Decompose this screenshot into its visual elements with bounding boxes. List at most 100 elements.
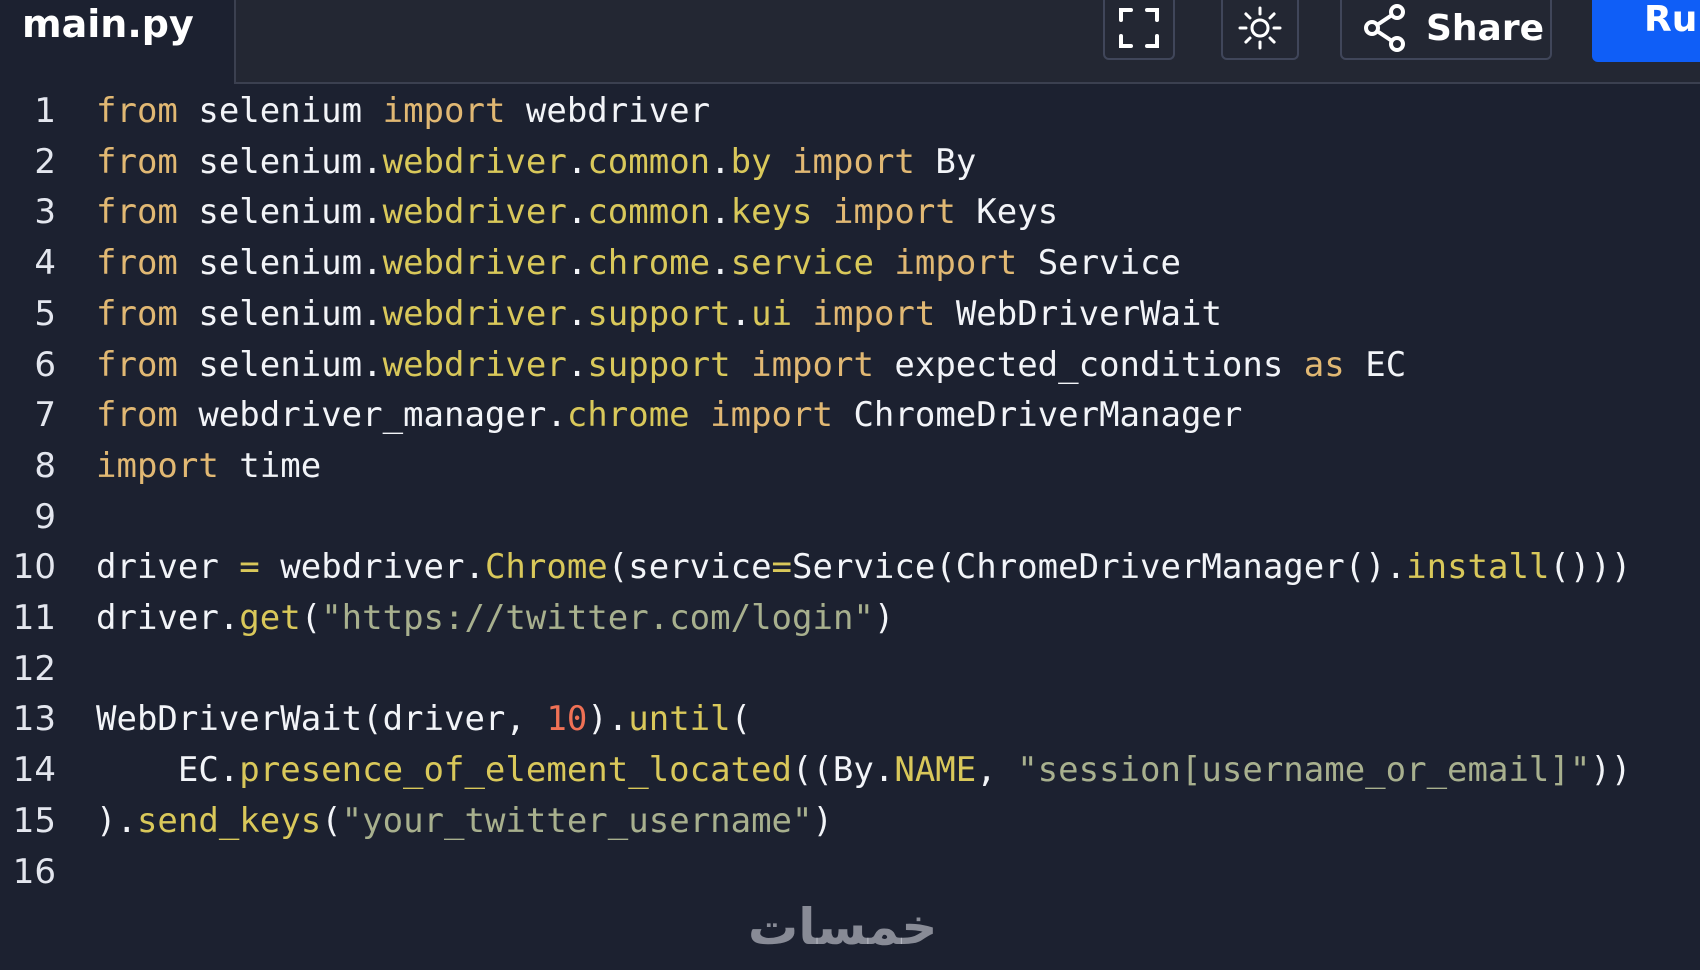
code-text: WebDriverWait(driver, 10).until(: [96, 692, 751, 747]
code-token: By: [914, 141, 977, 182]
code-token: keys: [730, 192, 813, 233]
code-line[interactable]: 9: [0, 490, 1700, 545]
code-token: from: [96, 293, 178, 334]
code-token: from: [96, 344, 178, 385]
code-token: import: [894, 243, 1018, 284]
line-number: 14: [12, 750, 56, 791]
code-token: selenium.: [177, 192, 383, 233]
code-token: ChromeDriverManager: [832, 395, 1243, 436]
code-line[interactable]: 7 from webdriver_manager.chrome import Ch…: [0, 388, 1700, 443]
code-line[interactable]: 6 from selenium.webdriver.support import …: [0, 338, 1700, 393]
code-line[interactable]: 15).send_keys("your_twitter_username"): [0, 794, 1700, 849]
code-token: import: [96, 445, 219, 486]
code-token: Service(ChromeDriverManager().: [792, 547, 1407, 588]
code-token: import: [812, 293, 936, 334]
code-token: .: [710, 141, 731, 182]
code-line[interactable]: 10 driver = webdriver.Chrome(service=Serv…: [0, 540, 1700, 595]
code-token: import: [833, 192, 956, 233]
code-token: import: [382, 91, 506, 131]
code-token: (: [300, 598, 322, 638]
code-token: ,: [976, 750, 1018, 791]
code-token: webdriver: [382, 243, 567, 284]
code-line[interactable]: 8 import time: [0, 439, 1700, 494]
run-label: Run: [1644, 0, 1700, 40]
code-line[interactable]: 2 from selenium.webdriver.common.by impor…: [0, 135, 1700, 190]
share-button[interactable]: Share: [1340, 0, 1552, 60]
code-token: selenium.: [177, 344, 383, 385]
code-token: "your_twitter_username": [341, 800, 813, 841]
line-number: 8: [34, 445, 56, 486]
code-token: service: [730, 243, 874, 284]
code-text: EC.presence_of_element_located((By.NAME,…: [96, 743, 1631, 798]
code-token: ).: [587, 699, 629, 740]
code-token: from: [96, 91, 178, 131]
code-token: chrome: [566, 395, 690, 436]
code-token: webdriver: [382, 192, 567, 233]
code-token: ).: [96, 800, 137, 841]
code-token: expected_conditions: [873, 344, 1304, 385]
code-token: .: [566, 293, 588, 334]
code-text: from webdriver_manager.chrome import Chr…: [96, 388, 1242, 443]
watermark: خمسات: [748, 898, 938, 956]
code-token: driver: [96, 547, 240, 588]
code-text: ).send_keys("your_twitter_username"): [96, 794, 833, 849]
code-line[interactable]: 14 EC.presence_of_element_located((By.NA…: [0, 743, 1700, 798]
code-token: (: [730, 699, 752, 740]
code-token: webdriver.: [259, 547, 485, 588]
code-token: webdriver: [505, 91, 711, 131]
code-line[interactable]: 5 from selenium.webdriver.support.ui impo…: [0, 287, 1700, 342]
code-token: Keys: [955, 192, 1059, 233]
code-token: .: [710, 243, 731, 284]
theme-toggle-button[interactable]: [1221, 0, 1299, 60]
code-token: support: [587, 293, 731, 334]
line-number: 2: [34, 141, 56, 182]
code-token: 10: [546, 699, 588, 740]
line-number: 16: [12, 851, 56, 892]
fullscreen-button[interactable]: [1103, 0, 1175, 60]
code-editor[interactable]: 1 from selenium import webdriver 2 from sel…: [0, 84, 1700, 970]
code-token: chrome: [587, 243, 711, 284]
code-token: presence_of_element_located: [239, 750, 792, 791]
code-text: from selenium.webdriver.chrome.service i…: [96, 236, 1181, 291]
file-tab[interactable]: main.py: [0, 0, 234, 84]
code-token: (service: [607, 547, 772, 588]
code-token: .: [566, 141, 588, 182]
code-line[interactable]: 1 from selenium import webdriver: [0, 84, 1700, 139]
code-token: NAME: [894, 750, 977, 791]
code-token: ((By.: [791, 750, 895, 791]
code-token: EC: [1344, 344, 1407, 385]
code-line[interactable]: 4 from selenium.webdriver.chrome.service …: [0, 236, 1700, 291]
code-line[interactable]: 16: [0, 845, 1700, 900]
line-number: 6: [34, 344, 56, 385]
code-token: =: [239, 547, 260, 588]
code-text: from selenium.webdriver.support.ui impor…: [96, 287, 1222, 342]
line-number: 1: [34, 91, 56, 131]
code-token: driver.: [96, 598, 240, 638]
editor-toolbar: Share Run: [234, 0, 1700, 84]
code-text: driver = webdriver.Chrome(service=Servic…: [96, 540, 1631, 595]
code-token: common: [587, 192, 711, 233]
code-line[interactable]: 13 WebDriverWait(driver, 10).until(: [0, 692, 1700, 747]
code-token: webdriver: [382, 141, 567, 182]
code-text: from selenium import webdriver: [96, 84, 710, 139]
code-token: .: [730, 293, 752, 334]
code-token: "https://twitter.com/login": [321, 598, 874, 638]
code-token: from: [96, 243, 178, 284]
code-token: .: [566, 344, 588, 385]
code-token: Service: [1017, 243, 1181, 284]
run-button[interactable]: Run: [1592, 0, 1700, 62]
line-number: 3: [34, 192, 56, 233]
code-token: from: [96, 395, 178, 436]
code-token: =: [771, 547, 793, 588]
share-label: Share: [1426, 7, 1545, 49]
code-line[interactable]: 3 from selenium.webdriver.common.keys imp…: [0, 185, 1700, 240]
code-line[interactable]: 11 driver.get("https://twitter.com/login"…: [0, 591, 1700, 646]
code-line[interactable]: 12: [0, 642, 1700, 697]
code-token: selenium.: [177, 243, 383, 284]
code-token: import: [710, 395, 833, 436]
code-token: WebDriverWait(driver,: [96, 699, 547, 740]
code-token: from: [96, 192, 178, 233]
code-token: ui: [751, 293, 793, 334]
